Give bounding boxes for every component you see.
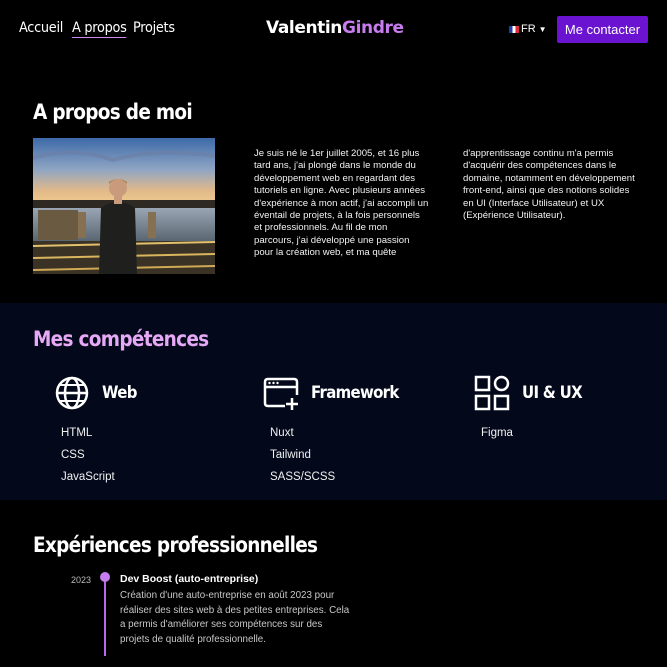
skill-item: CSS [61,449,85,461]
skill-group-framework: Framework Nuxt Tailwind SASS/SCSS [263,373,411,488]
timeline-line [104,578,106,656]
about-title: A propos de moi [33,100,193,124]
experience-role: Dev Boost (auto-entreprise) [120,573,259,585]
top-nav: Accueil A propos Projets ValentinGindre … [0,0,667,60]
profile-photo [33,138,215,274]
experience-title: Expériences professionnelles [33,533,318,557]
chevron-down-icon: ▼ [538,24,547,34]
skill-item: Tailwind [270,449,311,461]
skill-group-web: Web HTML CSS JavaScript [54,373,141,488]
language-selector[interactable]: FR ▼ [509,23,547,35]
logo-last-name: Gindre [342,18,404,38]
skills-title: Mes compétences [33,327,209,351]
contact-button[interactable]: Me contacter [557,16,648,43]
globe-icon [55,376,89,410]
skill-item: Nuxt [270,427,294,439]
nav-link-accueil[interactable]: Accueil [19,20,63,36]
browser-add-icon [263,377,299,410]
skills-section: Mes compétences Web HTML CSS JavaScript [0,303,667,500]
language-label: FR [521,23,536,35]
skill-item: HTML [61,427,93,439]
timeline-dot [100,572,110,582]
skill-group-name: UI & UX [522,383,583,403]
logo-first-name: Valentin [266,18,343,38]
about-paragraph-2: d'apprentissage continu m'a permis d'acq… [463,148,635,222]
skill-item: SASS/SCSS [270,471,336,483]
experience-year: 2023 [71,575,92,585]
about-paragraph-1: Je suis né le 1er juillet 2005, et 16 pl… [254,148,429,259]
skill-group-name: Framework [311,383,399,403]
grid-icon [474,375,510,411]
skill-group-name: Web [102,383,137,403]
site-logo[interactable]: ValentinGindre [266,18,404,38]
french-flag-icon [509,25,519,33]
nav-link-projets[interactable]: Projets [133,20,175,36]
skill-group-ui-ux: UI & UX Figma [474,373,590,444]
skill-item: Figma [481,427,513,439]
nav-link-a-propos[interactable]: A propos [72,20,127,38]
experience-description: Création d'une auto-entreprise en août 2… [120,590,350,645]
skill-item: JavaScript [61,471,115,483]
